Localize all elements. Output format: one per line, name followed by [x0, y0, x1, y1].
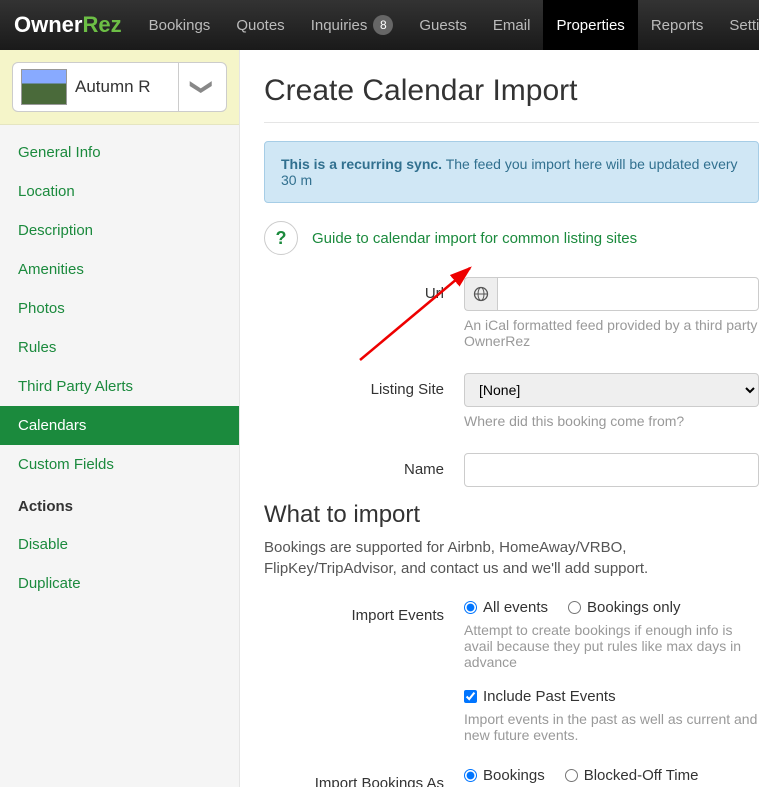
form-row-import-events: Import Events All events Bookings only A… [264, 599, 759, 761]
side-nav: General Info Location Description Amenit… [0, 125, 239, 603]
nav-reports[interactable]: Reports [638, 0, 717, 50]
sidebar-item-third-party-alerts[interactable]: Third Party Alerts [0, 367, 239, 406]
globe-icon [464, 277, 497, 311]
what-to-import-heading: What to import [264, 501, 759, 529]
main-content: Create Calendar Import This is a recurri… [240, 50, 759, 787]
sidebar-item-custom-fields[interactable]: Custom Fields [0, 445, 239, 484]
radio-as-blocked-input[interactable] [565, 769, 578, 782]
page-title: Create Calendar Import [264, 74, 759, 108]
nav-items: Bookings Quotes Inquiries 8 Guests Email… [136, 0, 759, 50]
brand-rez: Rez [82, 12, 121, 38]
label-import-events: Import Events [264, 599, 464, 624]
top-nav: OwnerRez Bookings Quotes Inquiries 8 Gue… [0, 0, 759, 50]
brand-logo[interactable]: OwnerRez [0, 0, 136, 50]
inquiries-badge: 8 [373, 15, 393, 35]
form-row-name: Name [264, 453, 759, 487]
radio-as-bookings-label: Bookings [483, 767, 545, 784]
radio-as-blocked[interactable]: Blocked-Off Time [565, 767, 699, 784]
sidebar-item-location[interactable]: Location [0, 172, 239, 211]
nav-guests[interactable]: Guests [406, 0, 480, 50]
nav-quotes[interactable]: Quotes [223, 0, 297, 50]
url-help: An iCal formatted feed provided by a thi… [464, 317, 759, 349]
sidebar-heading-actions: Actions [0, 484, 239, 525]
sidebar-item-description[interactable]: Description [0, 211, 239, 250]
sidebar-item-calendars[interactable]: Calendars [0, 406, 239, 445]
sidebar: Autumn R ❯ General Info Location Descrip… [0, 50, 240, 787]
sidebar-item-duplicate[interactable]: Duplicate [0, 564, 239, 603]
radio-as-bookings[interactable]: Bookings [464, 767, 545, 784]
nav-inquiries-label: Inquiries [311, 17, 368, 34]
property-selector-wrap: Autumn R ❯ [0, 50, 239, 125]
brand-owner: Owner [14, 12, 82, 38]
import-events-help: Attempt to create bookings if enough inf… [464, 622, 759, 670]
sidebar-item-photos[interactable]: Photos [0, 289, 239, 328]
divider [264, 122, 759, 123]
nav-email[interactable]: Email [480, 0, 544, 50]
listing-site-select[interactable]: [None] [464, 373, 759, 407]
sidebar-item-amenities[interactable]: Amenities [0, 250, 239, 289]
name-input[interactable] [464, 453, 759, 487]
info-alert: This is a recurring sync. The feed you i… [264, 141, 759, 203]
property-thumb [21, 69, 67, 105]
label-import-bookings-as: Import Bookings As [264, 767, 464, 787]
url-input[interactable] [497, 277, 759, 311]
url-input-group [464, 277, 759, 311]
radio-all-events-input[interactable] [464, 601, 477, 614]
alert-bold: This is a recurring sync. [281, 156, 442, 172]
checkbox-include-past-label: Include Past Events [483, 688, 616, 705]
chevron-down-icon: ❯ [192, 78, 214, 96]
help-icon[interactable]: ? [264, 221, 298, 255]
radio-as-bookings-input[interactable] [464, 769, 477, 782]
label-url: Url [264, 277, 464, 302]
listing-site-help: Where did this booking come from? [464, 413, 759, 429]
radio-bookings-only-input[interactable] [568, 601, 581, 614]
property-selector[interactable]: Autumn R ❯ [12, 62, 227, 112]
guide-link[interactable]: Guide to calendar import for common list… [312, 230, 637, 247]
include-past-help: Import events in the past as well as cur… [464, 711, 759, 743]
nav-settings[interactable]: Settings [716, 0, 759, 50]
nav-properties[interactable]: Properties [543, 0, 637, 50]
label-listing-site: Listing Site [264, 373, 464, 398]
property-selector-main[interactable]: Autumn R [13, 65, 178, 109]
nav-bookings[interactable]: Bookings [136, 0, 224, 50]
radio-all-events-label: All events [483, 599, 548, 616]
form-row-import-bookings-as: Import Bookings As Bookings Blocked-Off … [264, 767, 759, 787]
label-name: Name [264, 453, 464, 478]
sidebar-item-disable[interactable]: Disable [0, 525, 239, 564]
nav-inquiries[interactable]: Inquiries 8 [298, 0, 407, 50]
checkbox-include-past[interactable]: Include Past Events [464, 688, 616, 705]
form-row-url: Url An iCal formatted feed provided by a… [264, 277, 759, 367]
radio-bookings-only[interactable]: Bookings only [568, 599, 680, 616]
radio-bookings-only-label: Bookings only [587, 599, 680, 616]
property-name: Autumn R [75, 77, 151, 97]
sidebar-item-rules[interactable]: Rules [0, 328, 239, 367]
what-desc: Bookings are supported for Airbnb, HomeA… [264, 537, 759, 579]
property-dropdown-toggle[interactable]: ❯ [178, 63, 226, 111]
radio-as-blocked-label: Blocked-Off Time [584, 767, 699, 784]
guide-row: ? Guide to calendar import for common li… [264, 221, 759, 255]
form-row-listing-site: Listing Site [None] Where did this booki… [264, 373, 759, 447]
sidebar-item-general[interactable]: General Info [0, 133, 239, 172]
checkbox-include-past-input[interactable] [464, 690, 477, 703]
radio-all-events[interactable]: All events [464, 599, 548, 616]
